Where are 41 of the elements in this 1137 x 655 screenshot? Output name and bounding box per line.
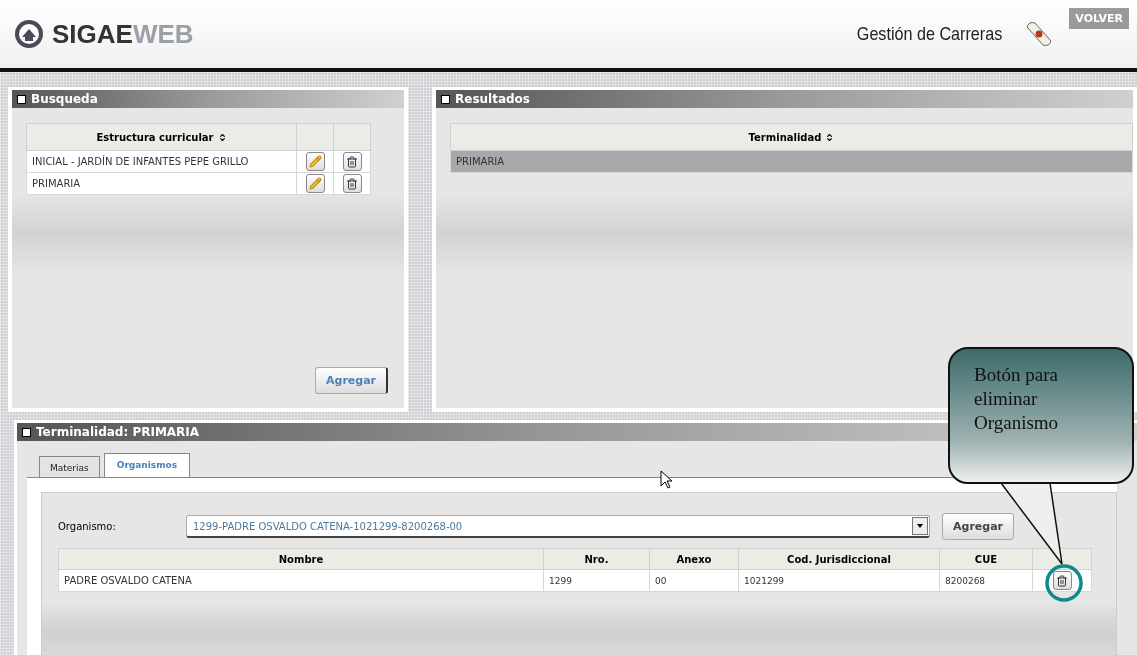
logo-text: SIGAEWEB [52,18,194,50]
table-cell[interactable]: INICIAL - JARDÍN DE INFANTES PEPE GRILLO [26,150,297,173]
delete-button[interactable] [1052,571,1072,590]
collapse-icon[interactable] [441,94,450,104]
section-title: Gestión de Carreras [857,23,1003,45]
highlight-circle [1044,563,1084,603]
trash-icon [1056,574,1068,587]
panel-title: Resultados [455,92,530,106]
delete-button[interactable] [342,174,362,193]
panel-title: Terminalidad: PRIMARIA [36,425,200,439]
edit-button[interactable] [305,174,325,193]
logo-icon [14,19,44,49]
collapse-icon[interactable] [17,94,26,104]
table-cell[interactable]: PRIMARIA [450,150,1133,173]
column-header: CUE [939,548,1033,570]
callout: Botón para eliminar Organismo [948,347,1134,484]
trash-icon [346,155,358,168]
column-header: Cod. Jurisdiccional [738,548,940,570]
trash-icon [346,177,358,190]
organismo-select[interactable]: 1299-PADRE OSVALDO CATENA-1021299-8200268-00 [186,515,930,538]
pencil-icon [308,177,322,190]
table-cell: PADRE OSVALDO CATENA [58,569,544,592]
edit-button[interactable] [305,152,325,171]
column-header: Nombre [58,548,544,570]
column-header: Nro. [543,548,650,570]
collapse-icon[interactable] [22,427,31,437]
pencil-icon [308,155,322,168]
sort-icon [825,132,835,142]
column-header: Anexo [649,548,739,570]
dropdown-icon [917,524,923,528]
tab[interactable]: Materias [39,456,100,478]
column-header[interactable]: Estructura curricular [26,123,297,151]
tab[interactable]: Organismos [103,453,191,478]
table-cell: 1021299 [738,569,940,592]
column-header[interactable]: Terminalidad [450,123,1133,151]
delete-button[interactable] [342,152,362,171]
table-cell[interactable]: PRIMARIA [26,172,297,195]
panel-title: Busqueda [31,92,98,106]
field-label: Organismo: [58,521,117,532]
sort-icon [217,132,227,142]
add-button[interactable]: Agregar [942,513,1014,540]
